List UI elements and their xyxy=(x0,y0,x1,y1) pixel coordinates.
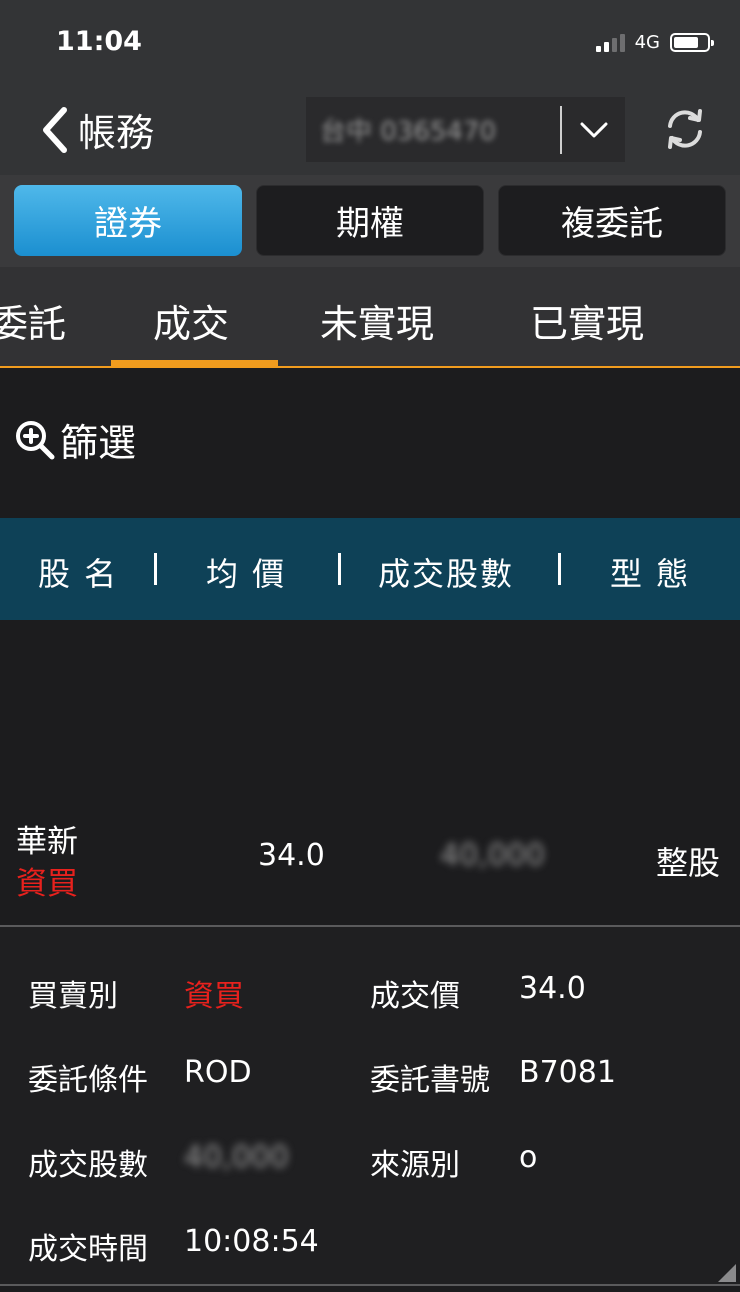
segment-options[interactable]: 期權 xyxy=(256,185,484,256)
back-button[interactable]: 帳務 xyxy=(38,102,154,157)
trade-detail-panel: 買賣別 資買 成交價 34.0 委託條件 ROD 委託書號 B7081 成交股數… xyxy=(0,927,740,1285)
detail-value-condition: ROD xyxy=(184,1055,252,1090)
market-segment-bar: 證券 期權 複委託 xyxy=(0,175,740,267)
header: 11:04 4G 帳務 台中 0365470 xyxy=(0,0,740,175)
tab-realized[interactable]: 已實現 xyxy=(530,293,644,348)
column-separator xyxy=(558,553,561,585)
status-time: 11:04 xyxy=(56,26,142,57)
detail-value-order-no: B7081 xyxy=(519,1055,616,1090)
status-indicators: 4G xyxy=(595,32,714,53)
column-stock-name: 股 名 xyxy=(38,555,119,593)
battery-icon xyxy=(670,33,714,52)
active-tab-indicator xyxy=(111,360,278,366)
zoom-in-icon xyxy=(16,420,55,459)
detail-divider xyxy=(0,1284,740,1286)
detail-label-source: 來源別 xyxy=(370,1148,460,1183)
refresh-icon[interactable] xyxy=(662,106,708,156)
table-row[interactable]: 華新 資買 34.0 40,000 整股 xyxy=(0,800,740,924)
account-number: 台中 0365470 xyxy=(320,117,497,147)
table-header: 股 名 均 價 成交股數 型 態 xyxy=(0,518,740,620)
page-title: 帳務 xyxy=(78,111,155,155)
filter-button[interactable]: 篩選 xyxy=(14,412,136,467)
trade-side: 資買 xyxy=(16,866,78,902)
network-label: 4G xyxy=(634,32,660,53)
segment-securities[interactable]: 證券 xyxy=(14,185,242,256)
detail-value-price: 34.0 xyxy=(519,971,586,1006)
column-avg-price: 均 價 xyxy=(206,555,287,593)
detail-label-time: 成交時間 xyxy=(28,1232,148,1267)
filter-label: 篩選 xyxy=(60,421,137,465)
detail-value-time: 10:08:54 xyxy=(184,1224,319,1259)
avg-price: 34.0 xyxy=(258,838,325,873)
detail-value-source: o xyxy=(519,1140,538,1175)
filled-qty: 40,000 xyxy=(440,838,545,873)
column-separator xyxy=(154,553,157,585)
column-filled-qty: 成交股數 xyxy=(378,555,515,593)
chevron-left-icon xyxy=(43,106,67,153)
detail-label-side: 買賣別 xyxy=(28,979,118,1014)
tab-orders[interactable]: 委託 xyxy=(0,293,66,348)
account-selector[interactable]: 台中 0365470 xyxy=(306,97,625,162)
sub-tab-bar: 委託 成交 未實現 已實現 xyxy=(0,267,740,368)
resize-corner-icon xyxy=(718,1264,736,1282)
tab-filled[interactable]: 成交 xyxy=(153,293,229,348)
detail-label-price: 成交價 xyxy=(370,979,460,1014)
trade-records-screen: 11:04 4G 帳務 台中 0365470 證券 期權 複委託 委託 成交 未… xyxy=(0,0,740,1292)
detail-value-side: 資買 xyxy=(184,979,244,1014)
detail-label-order-no: 委託書號 xyxy=(370,1063,490,1098)
signal-icon xyxy=(595,33,625,52)
detail-value-qty: 40,000 xyxy=(184,1140,289,1175)
detail-label-condition: 委託條件 xyxy=(28,1063,148,1098)
segment-sub-brokerage[interactable]: 複委託 xyxy=(498,185,726,256)
tab-unrealized[interactable]: 未實現 xyxy=(320,293,434,348)
column-separator xyxy=(338,553,341,585)
chevron-down-icon[interactable] xyxy=(562,120,625,140)
detail-label-qty: 成交股數 xyxy=(28,1148,148,1183)
stock-name: 華新 xyxy=(16,824,78,860)
column-type: 型 態 xyxy=(610,555,691,593)
trade-type: 整股 xyxy=(656,844,721,882)
